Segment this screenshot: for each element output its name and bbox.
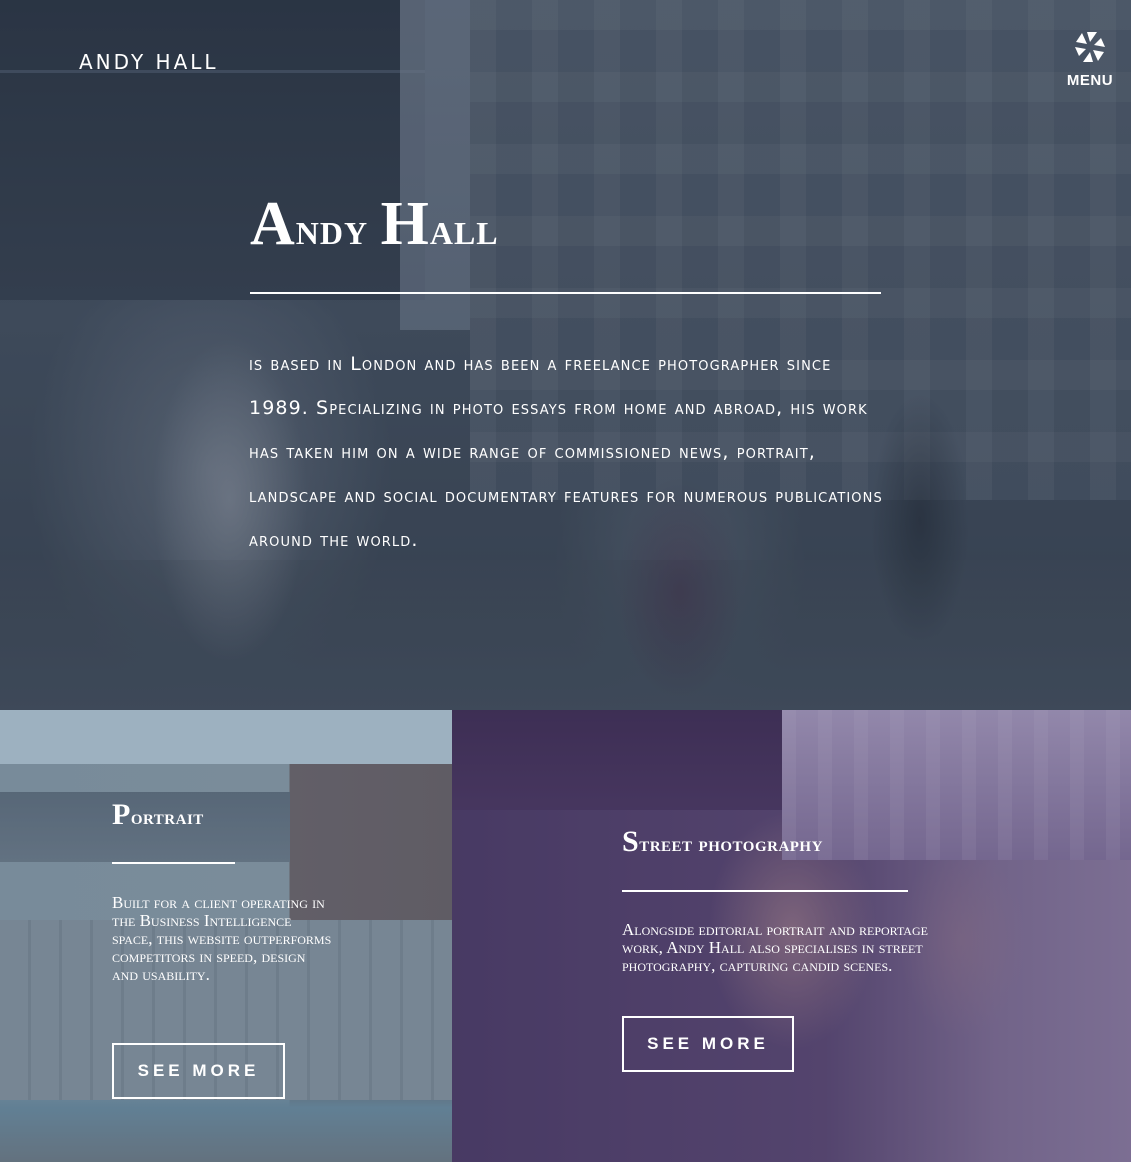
street-photography-card: Street photography Alongside editorial p… — [452, 710, 1131, 1162]
brand-logo-link[interactable]: ANDY HALL — [79, 50, 219, 74]
hero-title-initial-2: H — [380, 190, 430, 258]
street-card-title: Street photography — [622, 825, 823, 859]
portrait-card-description: Built for a client operating in the Busi… — [112, 893, 332, 984]
menu-button[interactable]: MENU — [1062, 30, 1118, 94]
hero-divider — [250, 292, 881, 294]
portrait-card-title-rest: ortrait — [130, 804, 204, 829]
hero-title-initial-1: A — [250, 190, 296, 258]
hero-title: Andy Hall — [250, 192, 499, 261]
portrait-card-title-initial: P — [112, 798, 131, 831]
hero-title-rest-2: all — [429, 203, 499, 254]
street-card-title-rest: treet photography — [639, 831, 823, 856]
hero-section: ANDY HALL MENU Andy Hall is based in Lon… — [0, 0, 1131, 710]
hero-title-rest-1: ndy — [295, 203, 381, 254]
portrait-card-divider — [112, 862, 235, 864]
hero-description: is based in London and has been a freela… — [249, 353, 883, 551]
menu-label: MENU — [1066, 72, 1114, 89]
aperture-icon — [1075, 32, 1105, 62]
portrait-card-title: Portrait — [112, 798, 204, 832]
street-card-divider — [622, 890, 908, 892]
portrait-see-more-button[interactable]: SEE MORE — [112, 1043, 285, 1099]
street-card-description: Alongside editorial portrait and reporta… — [622, 920, 928, 975]
portrait-card: Portrait Built for a client operating in… — [0, 710, 452, 1162]
street-see-more-button[interactable]: SEE MORE — [622, 1016, 794, 1072]
street-card-title-initial: S — [622, 825, 640, 858]
